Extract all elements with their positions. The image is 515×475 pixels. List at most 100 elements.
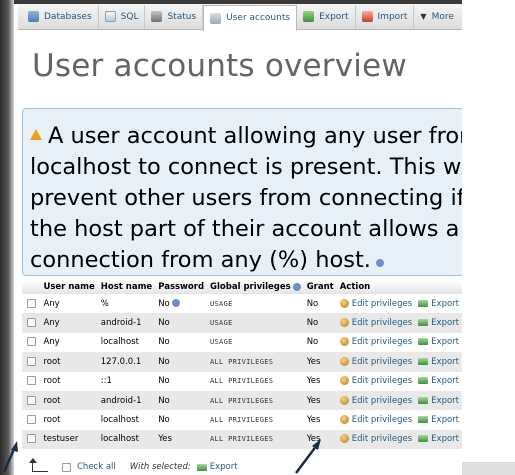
cell-export[interactable]: Export: [415, 429, 462, 450]
notice-text: A user account allowing any user from lo…: [30, 121, 462, 275]
edit-privileges-link[interactable]: Edit privileges: [352, 357, 412, 367]
cell-action[interactable]: Edit privileges: [336, 429, 416, 450]
row-checkbox[interactable]: [26, 434, 36, 444]
export-link[interactable]: Export: [431, 357, 459, 367]
edit-privileges-icon: [339, 415, 349, 425]
tab-import[interactable]: Import: [356, 4, 415, 29]
notice-line: A user account allowing any user from: [30, 121, 462, 152]
tab-bar: Databases SQL Status User accounts Expor…: [18, 4, 462, 31]
notice-box: A user account allowing any user from lo…: [22, 108, 462, 276]
export-icon: [418, 338, 429, 346]
cell-grant: Yes: [303, 429, 337, 450]
header-host-name[interactable]: Host name: [97, 280, 156, 294]
row-checkbox[interactable]: [26, 298, 36, 308]
header-user-name[interactable]: User name: [40, 280, 98, 294]
edit-privileges-icon: [339, 376, 349, 386]
cell-host-name: %: [97, 294, 156, 314]
edit-privileges-link[interactable]: Edit privileges: [352, 376, 412, 386]
export-link[interactable]: Export: [431, 337, 459, 347]
cell-action[interactable]: Edit privileges: [336, 332, 416, 353]
header-label: Global privileges: [210, 282, 291, 292]
tab-label: Databases: [44, 11, 92, 22]
cell-global-privileges: ALL PRIVILEGES: [207, 371, 304, 391]
chevron-down-icon: ▼: [420, 12, 427, 21]
edit-privileges-link[interactable]: Edit privileges: [352, 396, 412, 406]
export-link[interactable]: Export: [431, 434, 459, 444]
arrow-up-icon: [29, 458, 48, 472]
help-icon[interactable]: [375, 259, 384, 267]
password-value: No: [158, 337, 170, 348]
cell-grant: Yes: [303, 352, 337, 372]
edit-privileges-link[interactable]: Edit privileges: [352, 434, 412, 444]
cell-action[interactable]: Edit privileges: [336, 352, 416, 372]
tab-export[interactable]: Export: [297, 4, 356, 29]
user-accounts-table: User name Host name Password Global priv…: [22, 280, 462, 450]
row-checkbox[interactable]: [26, 376, 36, 386]
cell-export[interactable]: Export: [415, 410, 462, 430]
cell-host-name: android-1: [97, 390, 156, 411]
tab-status[interactable]: Status: [145, 4, 204, 29]
table-row: root localhost No ALL PRIVILEGES Yes Edit pri…: [22, 410, 462, 430]
header-password[interactable]: Password: [155, 280, 208, 294]
row-checkbox[interactable]: [26, 415, 36, 425]
header-global-privileges[interactable]: Global privileges: [207, 280, 304, 294]
password-value: Yes: [158, 434, 172, 445]
export-link[interactable]: Export: [431, 396, 459, 406]
cell-action[interactable]: Edit privileges: [336, 371, 416, 391]
row-select: [22, 294, 41, 314]
tab-user-accounts[interactable]: User accounts: [203, 4, 298, 31]
cell-action[interactable]: Edit privileges: [336, 410, 416, 430]
notice-line: prevent other users from connecting if: [30, 185, 462, 211]
export-link[interactable]: Export: [431, 415, 459, 425]
cell-export[interactable]: Export: [415, 313, 462, 333]
cell-export[interactable]: Export: [415, 390, 462, 411]
table-row: testuser localhost Yes ALL PRIVILEGES Yes Edi…: [22, 429, 462, 450]
main-panel: Databases SQL Status User accounts Expor…: [18, 4, 462, 475]
cell-action[interactable]: Edit privileges: [336, 390, 416, 411]
cell-global-privileges: ALL PRIVILEGES: [207, 410, 304, 430]
tab-sql[interactable]: SQL: [99, 4, 146, 29]
cell-export[interactable]: Export: [415, 294, 462, 314]
edit-privileges-link[interactable]: Edit privileges: [352, 337, 412, 347]
password-value: No: [158, 376, 170, 387]
cell-export[interactable]: Export: [415, 352, 462, 372]
tab-more[interactable]: ▼ More: [414, 5, 459, 29]
edit-privileges-link[interactable]: Edit privileges: [352, 318, 412, 328]
edit-privileges-link[interactable]: Edit privileges: [352, 299, 412, 309]
notice-line-text: connection from any (%) host.: [30, 247, 371, 273]
window-edge-left: [0, 0, 14, 475]
cell-password: No: [155, 371, 208, 391]
cell-action[interactable]: Edit privileges: [336, 294, 416, 314]
tab-label: Export: [319, 11, 349, 22]
edit-privileges-icon: [339, 337, 349, 347]
cell-action[interactable]: Edit privileges: [336, 313, 416, 333]
row-checkbox[interactable]: [26, 356, 36, 366]
header-grant[interactable]: Grant: [303, 280, 337, 294]
cell-grant: Yes: [303, 410, 337, 430]
privileges-value: USAGE: [210, 319, 233, 328]
export-link[interactable]: Export: [431, 318, 459, 328]
edit-privileges-icon: [339, 356, 349, 366]
cell-global-privileges: USAGE: [207, 313, 304, 333]
edit-privileges-link[interactable]: Edit privileges: [352, 415, 412, 425]
check-all-checkbox[interactable]: [62, 462, 71, 472]
cell-password: No: [155, 352, 208, 372]
cell-global-privileges: ALL PRIVILEGES: [207, 352, 304, 372]
cell-export[interactable]: Export: [415, 371, 462, 391]
export-link[interactable]: Export: [431, 376, 459, 386]
help-icon[interactable]: [292, 282, 301, 291]
check-all-link[interactable]: Check all: [77, 462, 116, 472]
tab-databases[interactable]: Databases: [22, 4, 99, 29]
row-checkbox[interactable]: [26, 337, 36, 347]
help-icon[interactable]: [171, 299, 180, 308]
cell-export[interactable]: Export: [415, 332, 462, 353]
cell-grant: No: [303, 294, 337, 314]
notice-line: connection from any (%) host.: [30, 245, 462, 275]
with-selected-label: With selected:: [129, 462, 191, 472]
export-link[interactable]: Export: [431, 299, 459, 309]
cell-password: No: [155, 390, 208, 411]
row-checkbox[interactable]: [26, 395, 36, 405]
row-checkbox[interactable]: [26, 318, 36, 328]
export-selected-link[interactable]: Export: [210, 462, 238, 472]
import-icon: [361, 11, 373, 22]
